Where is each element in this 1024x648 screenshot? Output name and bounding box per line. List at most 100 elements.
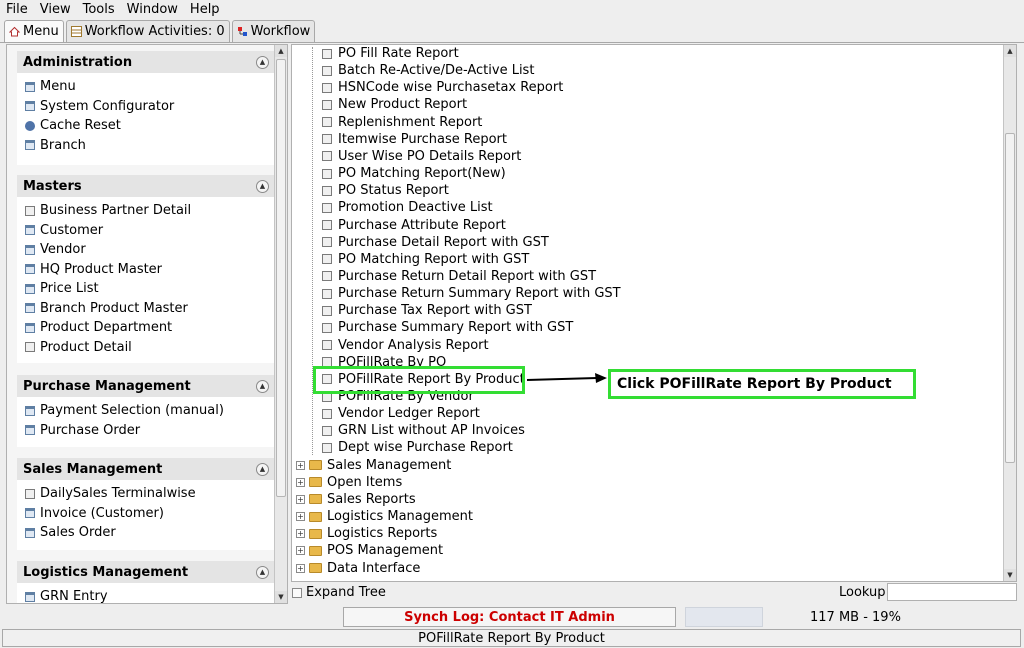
scroll-thumb[interactable] bbox=[1005, 133, 1015, 463]
folder-item[interactable]: + Data Interface bbox=[296, 560, 420, 577]
report-item[interactable]: Batch Re-Active/De-Active List bbox=[322, 62, 534, 79]
report-item[interactable]: Vendor Analysis Report bbox=[322, 337, 489, 354]
menu-item-payment-selection[interactable]: Payment Selection (manual) bbox=[25, 401, 275, 421]
menu-item-invoice-customer[interactable]: Invoice (Customer) bbox=[25, 504, 275, 524]
document-icon bbox=[25, 488, 35, 499]
document-icon bbox=[322, 237, 332, 248]
lookup-label: Lookup bbox=[839, 585, 886, 600]
tab-workflow-activities[interactable]: Workflow Activities: 0 bbox=[65, 20, 230, 42]
report-item[interactable]: Purchase Tax Report with GST bbox=[322, 302, 532, 319]
collapse-icon[interactable]: ▲ bbox=[256, 462, 269, 476]
report-item[interactable]: GRN List without AP Invoices bbox=[322, 422, 525, 439]
menu-item-system-configurator[interactable]: System Configurator bbox=[25, 97, 275, 117]
scroll-up-icon[interactable]: ▲ bbox=[275, 45, 287, 57]
scroll-down-icon[interactable]: ▼ bbox=[275, 591, 287, 603]
collapse-icon[interactable]: ▲ bbox=[256, 379, 269, 393]
menu-item-dailysales-terminalwise[interactable]: DailySales Terminalwise bbox=[25, 484, 275, 504]
folder-item[interactable]: + Sales Management bbox=[296, 457, 451, 474]
folder-icon bbox=[309, 460, 322, 471]
report-item[interactable]: Dept wise Purchase Report bbox=[322, 439, 513, 456]
tab-menu[interactable]: Menu bbox=[4, 20, 64, 42]
menu-window[interactable]: Window bbox=[127, 2, 178, 17]
menu-item-product-department[interactable]: Product Department bbox=[25, 318, 275, 338]
menu-item-menu[interactable]: Menu bbox=[25, 77, 275, 97]
document-icon bbox=[322, 271, 332, 282]
report-item[interactable]: New Product Report bbox=[322, 96, 467, 113]
window-icon bbox=[25, 244, 35, 255]
section-header[interactable]: Purchase Management ▲ bbox=[17, 375, 275, 397]
menu-item-product-detail[interactable]: Product Detail bbox=[25, 338, 275, 358]
expand-icon[interactable]: + bbox=[296, 460, 305, 470]
expand-icon[interactable]: + bbox=[296, 494, 305, 504]
folder-item[interactable]: + Logistics Management bbox=[296, 508, 473, 525]
window-icon bbox=[25, 508, 35, 519]
expand-tree-toggle[interactable]: Expand Tree bbox=[292, 585, 386, 600]
report-item[interactable]: Purchase Attribute Report bbox=[322, 217, 506, 234]
report-item[interactable]: Purchase Summary Report with GST bbox=[322, 319, 573, 336]
tab-strip: Menu Workflow Activities: 0 Workflow bbox=[4, 20, 317, 42]
report-item[interactable]: Promotion Deactive List bbox=[322, 199, 493, 216]
section-header[interactable]: Masters ▲ bbox=[17, 175, 275, 197]
menu-item-business-partner-detail[interactable]: Business Partner Detail bbox=[25, 201, 275, 221]
collapse-icon[interactable]: ▲ bbox=[256, 565, 269, 579]
folder-label: Logistics Reports bbox=[327, 526, 438, 542]
report-item[interactable]: PO Fill Rate Report bbox=[322, 45, 459, 62]
section-header[interactable]: Logistics Management ▲ bbox=[17, 561, 275, 583]
folder-item[interactable]: + Open Items bbox=[296, 474, 402, 491]
menu-item-purchase-order[interactable]: Purchase Order bbox=[25, 421, 275, 441]
menu-item-sales-order[interactable]: Sales Order bbox=[25, 523, 275, 543]
report-item[interactable]: Purchase Detail Report with GST bbox=[322, 234, 549, 251]
report-label: Vendor Analysis Report bbox=[338, 337, 489, 353]
left-scrollbar[interactable]: ▲ ▼ bbox=[274, 45, 287, 603]
report-item[interactable]: Itemwise Purchase Report bbox=[322, 131, 507, 148]
scroll-thumb[interactable] bbox=[276, 59, 286, 497]
section-header[interactable]: Sales Management ▲ bbox=[17, 458, 275, 480]
menu-item-branch-product-master[interactable]: Branch Product Master bbox=[25, 299, 275, 319]
synch-log-button[interactable]: Synch Log: Contact IT Admin bbox=[343, 607, 676, 627]
menu-item-customer[interactable]: Customer bbox=[25, 221, 275, 241]
document-icon bbox=[322, 220, 332, 230]
menu-item-cache-reset[interactable]: Cache Reset bbox=[25, 116, 275, 136]
menu-item-price-list[interactable]: Price List bbox=[25, 279, 275, 299]
report-item[interactable]: Vendor Ledger Report bbox=[322, 405, 480, 422]
scroll-down-icon[interactable]: ▼ bbox=[1004, 569, 1016, 581]
menu-item-hq-product-master[interactable]: HQ Product Master bbox=[25, 260, 275, 280]
report-item[interactable]: Purchase Return Summary Report with GST bbox=[322, 285, 621, 302]
report-item[interactable]: Replenishment Report bbox=[322, 114, 482, 131]
expand-icon[interactable]: + bbox=[296, 563, 305, 573]
collapse-icon[interactable]: ▲ bbox=[256, 55, 269, 69]
folder-item[interactable]: + POS Management bbox=[296, 542, 443, 559]
expand-icon[interactable]: + bbox=[296, 546, 305, 556]
expand-icon[interactable]: + bbox=[296, 477, 305, 487]
tree-scrollbar[interactable]: ▲ ▼ bbox=[1003, 45, 1016, 581]
menu-file[interactable]: File bbox=[6, 2, 28, 17]
report-item[interactable]: Purchase Return Detail Report with GST bbox=[322, 268, 596, 285]
expand-icon[interactable]: + bbox=[296, 512, 305, 522]
lookup-input[interactable] bbox=[887, 583, 1017, 601]
menu-item-grn-entry[interactable]: GRN Entry bbox=[25, 587, 275, 604]
report-item[interactable]: PO Matching Report with GST bbox=[322, 251, 529, 268]
report-item[interactable]: PO Status Report bbox=[322, 182, 449, 199]
report-item[interactable]: PO Matching Report(New) bbox=[322, 165, 506, 182]
expand-tree-checkbox[interactable] bbox=[292, 587, 302, 598]
menu-item-vendor[interactable]: Vendor bbox=[25, 240, 275, 260]
scroll-up-icon[interactable]: ▲ bbox=[1004, 45, 1016, 57]
folder-item[interactable]: + Logistics Reports bbox=[296, 525, 437, 542]
section-header[interactable]: Administration ▲ bbox=[17, 51, 275, 73]
document-icon bbox=[322, 340, 332, 351]
expand-icon[interactable]: + bbox=[296, 529, 305, 539]
menu-help[interactable]: Help bbox=[190, 2, 220, 17]
collapse-icon[interactable]: ▲ bbox=[256, 179, 269, 193]
item-label: GRN Entry bbox=[40, 589, 108, 604]
menu-view[interactable]: View bbox=[40, 2, 71, 17]
menu-item-branch[interactable]: Branch bbox=[25, 136, 275, 156]
report-item[interactable]: HSNCode wise Purchasetax Report bbox=[322, 79, 563, 96]
document-icon bbox=[322, 185, 332, 196]
folder-label: Data Interface bbox=[327, 560, 421, 576]
instruction-callout: Click POFillRate Report By Product bbox=[608, 369, 916, 399]
tab-workflow[interactable]: Workflow bbox=[231, 20, 316, 42]
report-item[interactable]: User Wise PO Details Report bbox=[322, 148, 521, 165]
status-bar: POFillRate Report By Product bbox=[2, 629, 1021, 647]
menu-tools[interactable]: Tools bbox=[83, 2, 115, 17]
folder-item[interactable]: + Sales Reports bbox=[296, 491, 416, 508]
